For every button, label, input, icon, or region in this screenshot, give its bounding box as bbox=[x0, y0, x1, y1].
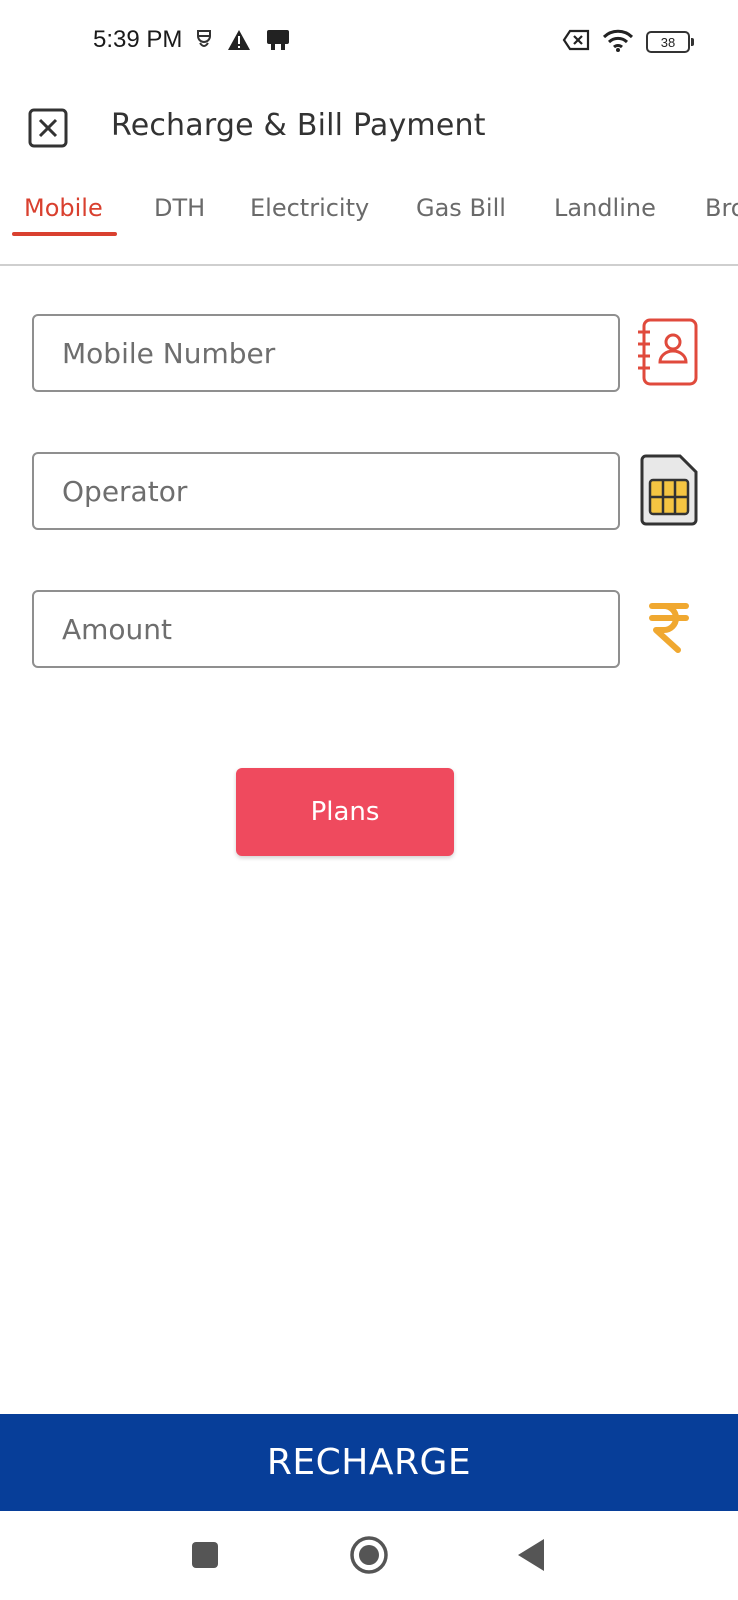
back-button[interactable] bbox=[510, 1533, 554, 1577]
recents-button[interactable] bbox=[183, 1533, 227, 1577]
mobile-number-input[interactable] bbox=[34, 316, 618, 390]
tab-mobile[interactable]: Mobile bbox=[24, 194, 103, 222]
battery-level: 38 bbox=[660, 34, 676, 50]
app-header: Recharge & Bill Payment bbox=[0, 86, 738, 174]
contact-book-icon bbox=[638, 318, 698, 386]
battery-icon: 38 bbox=[646, 31, 694, 53]
system-nav-bar bbox=[0, 1511, 738, 1600]
wifi-icon bbox=[602, 28, 634, 56]
status-time: 5:39 PM bbox=[93, 26, 183, 53]
tab-landline[interactable]: Landline bbox=[554, 194, 656, 222]
notification-app-icon-2 bbox=[265, 28, 291, 56]
tab-gas-bill[interactable]: Gas Bill bbox=[416, 194, 506, 222]
rupee-icon bbox=[649, 603, 689, 653]
home-button[interactable] bbox=[347, 1533, 391, 1577]
notification-icons bbox=[195, 28, 291, 56]
plans-button[interactable]: Plans bbox=[236, 768, 454, 856]
rupee-indicator bbox=[638, 596, 702, 668]
mobile-number-field bbox=[32, 314, 620, 392]
amount-field bbox=[32, 590, 620, 668]
status-bar: 5:39 PM 38 bbox=[0, 0, 738, 86]
category-tabs: Mobile DTH Electricity Gas Bill Landline… bbox=[0, 174, 738, 266]
notification-app-icon bbox=[195, 28, 213, 56]
no-sim-icon bbox=[562, 29, 590, 55]
sim-card-icon bbox=[640, 454, 698, 526]
back-icon bbox=[518, 1539, 544, 1571]
tab-electricity[interactable]: Electricity bbox=[250, 194, 369, 222]
close-icon bbox=[28, 108, 68, 148]
active-tab-indicator bbox=[12, 232, 117, 236]
tab-broadband[interactable]: Bro bbox=[705, 194, 738, 222]
page-title: Recharge & Bill Payment bbox=[111, 108, 486, 143]
contact-book-button[interactable] bbox=[638, 316, 702, 388]
amount-input[interactable] bbox=[34, 592, 618, 666]
operator-sim-button[interactable] bbox=[638, 452, 702, 526]
operator-input[interactable] bbox=[34, 454, 618, 528]
recharge-button[interactable]: RECHARGE bbox=[0, 1414, 738, 1511]
operator-field bbox=[32, 452, 620, 530]
home-icon bbox=[350, 1536, 388, 1574]
system-status-icons: 38 bbox=[562, 28, 694, 56]
warning-icon bbox=[227, 29, 251, 55]
tab-dth[interactable]: DTH bbox=[154, 194, 205, 222]
recents-icon bbox=[192, 1542, 218, 1568]
close-button[interactable] bbox=[28, 108, 68, 148]
